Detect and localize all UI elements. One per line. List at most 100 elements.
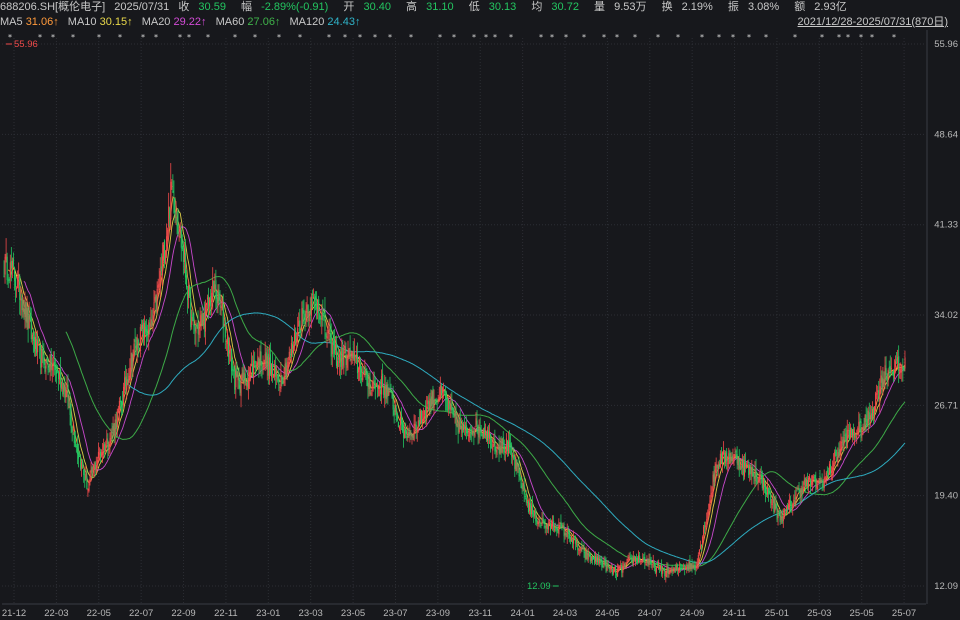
candle-body bbox=[71, 426, 73, 433]
candle-body bbox=[635, 557, 638, 559]
y-tick-label: 26.71 bbox=[934, 400, 958, 411]
candle-body bbox=[528, 504, 531, 511]
candle-body bbox=[301, 308, 303, 327]
candle-body bbox=[440, 385, 442, 394]
candle-body bbox=[55, 369, 58, 375]
candle-body bbox=[85, 474, 87, 479]
event-marker: * bbox=[253, 33, 257, 42]
candle-body bbox=[334, 344, 337, 351]
candle-body bbox=[397, 421, 399, 428]
candle-body bbox=[47, 363, 49, 371]
ma-line-ma5 bbox=[7, 196, 906, 574]
candle-body bbox=[673, 567, 675, 571]
candle-body bbox=[541, 519, 543, 525]
candle-body bbox=[364, 370, 366, 375]
candle-body bbox=[285, 362, 287, 377]
candle-body bbox=[96, 460, 98, 464]
candle-body bbox=[623, 563, 625, 567]
candle-body bbox=[561, 525, 563, 527]
candle-body bbox=[116, 411, 118, 428]
candle-body bbox=[794, 497, 796, 500]
candle-body bbox=[380, 389, 382, 395]
candle-body bbox=[543, 522, 545, 525]
candle-body bbox=[700, 545, 703, 546]
x-tick-label: 25-01 bbox=[765, 608, 789, 619]
candle-body bbox=[280, 372, 282, 390]
candle-body bbox=[442, 389, 445, 391]
candle-body bbox=[580, 547, 582, 551]
candle-body bbox=[50, 355, 52, 370]
candle-body bbox=[90, 469, 92, 473]
candle-body bbox=[393, 410, 395, 416]
candle-body bbox=[592, 558, 595, 560]
candle-body bbox=[149, 323, 151, 327]
candle-body bbox=[217, 289, 219, 307]
candle-body bbox=[480, 431, 482, 433]
candle-body bbox=[729, 450, 731, 463]
candle-body bbox=[801, 487, 803, 494]
candle-body bbox=[438, 397, 440, 402]
candle-body bbox=[88, 481, 90, 492]
candle-body bbox=[68, 406, 70, 409]
candle-body bbox=[11, 261, 13, 268]
candle-body bbox=[54, 367, 56, 370]
candle-body bbox=[612, 570, 614, 574]
candle-body bbox=[887, 370, 889, 380]
candle-body bbox=[704, 525, 706, 528]
candle-body bbox=[351, 351, 353, 359]
candle-body bbox=[321, 312, 323, 320]
candle-body bbox=[295, 332, 297, 342]
candle-body bbox=[174, 211, 176, 217]
candle-body bbox=[847, 430, 849, 432]
chart-grid bbox=[2, 30, 928, 604]
candle-body bbox=[153, 302, 155, 314]
candle-body bbox=[610, 567, 612, 569]
candle-body bbox=[601, 559, 603, 568]
candlestick-chart[interactable]: * * * * * * * * * * * * * * * * * * * * * * * * * * * * * * * * * * * * * * * *… bbox=[0, 0, 960, 620]
candle-body bbox=[326, 336, 328, 339]
candle-body bbox=[265, 352, 267, 367]
candle-body bbox=[69, 403, 71, 416]
candle-body bbox=[848, 430, 850, 438]
candle-body bbox=[571, 540, 574, 544]
candle-body bbox=[75, 446, 77, 447]
event-marker: * bbox=[892, 33, 896, 42]
x-axis: 21-12 22-03 22-05 22-07 22-09 22-11 23-01 23-03… bbox=[2, 603, 926, 619]
candle-body bbox=[136, 337, 138, 351]
candle-body bbox=[172, 190, 174, 193]
candle-body bbox=[769, 493, 771, 495]
candle-body bbox=[745, 461, 747, 468]
candle-body bbox=[49, 354, 51, 372]
candle-body bbox=[190, 298, 192, 328]
candle-body bbox=[335, 344, 338, 366]
candle-body bbox=[531, 505, 533, 515]
candle-body bbox=[690, 563, 692, 570]
candle-body bbox=[355, 355, 358, 359]
candle-body bbox=[806, 479, 809, 487]
candle-body bbox=[711, 492, 713, 494]
candle-body bbox=[266, 356, 268, 370]
candle-body bbox=[569, 537, 571, 542]
candle-body bbox=[203, 312, 205, 329]
candle-body bbox=[474, 428, 476, 437]
candle-body bbox=[885, 368, 887, 375]
candle-body bbox=[81, 462, 83, 469]
candle-body bbox=[202, 312, 204, 326]
candle-body bbox=[629, 556, 631, 558]
event-marker: * bbox=[837, 33, 841, 42]
candle-body bbox=[867, 410, 869, 424]
candle-body bbox=[248, 372, 251, 380]
candle-body bbox=[398, 426, 401, 429]
candle-body bbox=[215, 280, 217, 299]
candle-body bbox=[879, 386, 881, 403]
candle-body bbox=[544, 526, 546, 528]
candle-body bbox=[717, 464, 719, 469]
candle-body bbox=[361, 377, 363, 381]
candle-body bbox=[296, 339, 298, 342]
candle-body bbox=[289, 354, 291, 356]
candle-body bbox=[882, 378, 884, 392]
candle-body bbox=[792, 504, 794, 509]
candle-body bbox=[697, 554, 699, 564]
candle-body bbox=[595, 556, 597, 562]
candle-body bbox=[122, 401, 124, 405]
